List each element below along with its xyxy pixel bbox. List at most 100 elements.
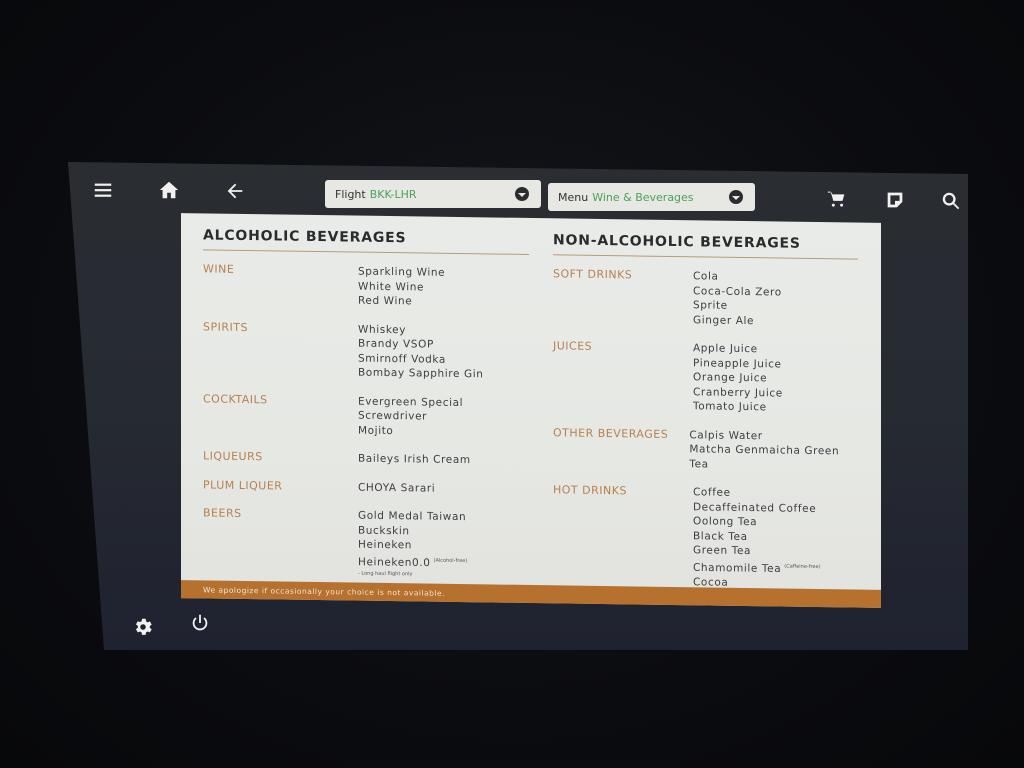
menu-item: Mojito <box>358 423 463 439</box>
menu-item-name: Apple Juice <box>693 342 758 356</box>
menu-value: Wine & Beverages <box>592 190 694 204</box>
top-bar: Flight BKK-LHR Menu Wine & Beverages <box>68 162 968 220</box>
menu-item: Matcha Genmaicha Green Tea <box>689 442 858 473</box>
menu-item-name: Cranberry Juice <box>693 385 783 400</box>
chevron-down-icon <box>515 187 529 201</box>
menu-section: OTHER BEVERAGES Calpis Water Matcha Genmai… <box>553 426 858 474</box>
menu-item-name: Whiskey <box>358 323 407 336</box>
category-label: HOT DRINKS <box>553 483 627 498</box>
menu-icon[interactable] <box>88 175 118 205</box>
category-label: SOFT DRINKS <box>553 267 633 282</box>
search-icon[interactable] <box>936 186 966 216</box>
menu-item-name: Gold Medal Taiwan <box>358 509 467 524</box>
menu-item-name: Sprite <box>693 299 728 312</box>
menu-item-name: Ginger Ale <box>693 313 755 327</box>
menu-item: Tomato Juice <box>693 399 783 415</box>
item-list: Evergreen Special Screwdriver Mojito <box>358 394 463 439</box>
footnote: - Long haul flight only <box>358 570 413 577</box>
menu-item-name: Pineapple Juice <box>693 356 782 370</box>
menu-item: Buckskin <box>358 523 467 539</box>
menu-item-name: Red Wine <box>358 294 413 308</box>
category-label: PLUM LIQUER <box>203 477 283 493</box>
menu-item: Brandy VSOP <box>358 337 484 353</box>
menu-item-name: Oolong Tea <box>693 515 758 529</box>
menu-item: Gold Medal Taiwan <box>358 509 467 525</box>
menu-item-name: Decaffeinated Coffee <box>693 500 817 515</box>
menu-item: Cola <box>693 269 782 285</box>
menu-item-name: Evergreen Special <box>358 395 464 409</box>
menu-item-name: Orange Juice <box>693 371 768 385</box>
category-label: JUICES <box>553 339 593 353</box>
menu-item: Apple Juice <box>693 341 783 357</box>
menu-item-name: Sparkling Wine <box>358 265 446 279</box>
non-alcoholic-column: NON-ALCOHOLIC BEVERAGES SOFT DRINKS Cola C… <box>553 232 858 591</box>
category-label: COCKTAILS <box>203 391 268 406</box>
menu-item-name: Screwdriver <box>358 409 428 423</box>
flight-value: BKK-LHR <box>369 187 417 201</box>
item-list: Baileys Irish Cream <box>358 452 471 468</box>
menu-section: LIQUEURS Baileys Irish Cream <box>203 449 529 468</box>
menu-section: SOFT DRINKS Cola Coca-Cola Zero Sprite Ginge… <box>553 267 858 329</box>
cart-icon[interactable] <box>822 184 852 214</box>
menu-dropdown[interactable]: Menu Wine & Beverages <box>548 183 755 211</box>
home-icon[interactable] <box>154 175 184 205</box>
non-alcoholic-title: NON-ALCOHOLIC BEVERAGES <box>553 232 858 260</box>
category-label: OTHER BEVERAGES <box>553 425 669 441</box>
menu-item: Red Wine <box>358 294 445 310</box>
menu-item-name: Black Tea <box>693 529 748 543</box>
menu-section: HOT DRINKS Coffee Decaffeinated Coffee Oolo… <box>553 483 858 591</box>
menu-item-name: Brandy VSOP <box>358 337 434 351</box>
power-icon[interactable] <box>185 608 215 638</box>
item-list: Cola Coca-Cola Zero Sprite Ginger Ale <box>693 269 782 328</box>
item-list: Sparkling Wine White Wine Red Wine <box>358 265 445 310</box>
menu-section: PLUM LIQUER CHOYA Sarari <box>203 478 529 497</box>
menu-item: Pineapple Juice <box>693 356 783 372</box>
menu-item: Sparkling Wine <box>358 265 445 281</box>
menu-item-name: Tomato Juice <box>693 400 767 414</box>
settings-icon[interactable] <box>128 612 158 642</box>
menu-item: CHOYA Sarari <box>358 480 435 496</box>
menu-item-name: Green Tea <box>693 544 752 558</box>
menu-item: Heineken0.0 (Alcohol-free) <box>358 552 467 571</box>
menu-item-name: White Wine <box>358 280 425 294</box>
menu-item-name: Mojito <box>358 424 394 437</box>
back-arrow-icon[interactable] <box>220 176 250 206</box>
item-note: (Alcohol-free) <box>433 557 468 564</box>
menu-item: Heineken <box>358 538 467 554</box>
menu-item: Bombay Sapphire Gin <box>358 366 484 382</box>
menu-item-name: Baileys Irish Cream <box>358 452 471 467</box>
menu-item: Green Tea <box>693 543 821 559</box>
flight-dropdown[interactable]: Flight BKK-LHR <box>325 180 541 208</box>
menu-item-name: Heineken <box>358 538 413 552</box>
beverage-menu-panel: ALCOHOLIC BEVERAGES WINE Sparkling Wine Wh… <box>181 213 881 608</box>
item-list: CHOYA Sarari <box>358 480 435 496</box>
menu-item: Baileys Irish Cream <box>358 452 471 468</box>
menu-section: COCKTAILS Evergreen Special Screwdriver Moj… <box>203 392 529 440</box>
menu-item: Coca-Cola Zero <box>693 284 782 300</box>
menu-item: Coffee <box>693 485 821 501</box>
menu-item: Screwdriver <box>358 409 463 425</box>
menu-item-name: Smirnoff Vodka <box>358 352 446 366</box>
category-label: WINE <box>203 262 235 276</box>
menu-section: SPIRITS Whiskey Brandy VSOP Smirnoff Vodka B… <box>203 320 529 383</box>
inbox-icon[interactable] <box>880 185 910 215</box>
menu-item-name: Buckskin <box>358 524 410 537</box>
menu-item-name: Bombay Sapphire Gin <box>358 366 484 381</box>
footer-text: We apologize if occasionally your choice… <box>203 584 446 598</box>
menu-item-name: Cola <box>693 270 719 283</box>
menu-item: Cranberry Juice <box>693 385 783 401</box>
menu-section: JUICES Apple Juice Pineapple Juice Orange J… <box>553 339 858 416</box>
item-list: Coffee Decaffeinated Coffee Oolong Tea Blac… <box>693 485 821 591</box>
item-list: Whiskey Brandy VSOP Smirnoff Vodka Bombay S… <box>358 322 484 382</box>
alcoholic-title: ALCOHOLIC BEVERAGES <box>203 227 529 255</box>
menu-item-name: Heineken0.0 <box>358 555 431 569</box>
item-list: Calpis Water Matcha Genmaicha Green Tea <box>689 428 858 474</box>
ife-screen: Flight BKK-LHR Menu Wine & Beverages ALC… <box>68 162 968 650</box>
category-label: SPIRITS <box>203 319 248 334</box>
menu-item: Sprite <box>693 298 782 314</box>
menu-item-name: Matcha Genmaicha Green Tea <box>689 443 840 470</box>
menu-item: Chamomile Tea (Caffeine-free) <box>693 558 821 577</box>
menu-item-name: CHOYA Sarari <box>358 481 436 495</box>
menu-item: Ginger Ale <box>693 313 782 329</box>
chevron-down-icon <box>729 190 743 204</box>
